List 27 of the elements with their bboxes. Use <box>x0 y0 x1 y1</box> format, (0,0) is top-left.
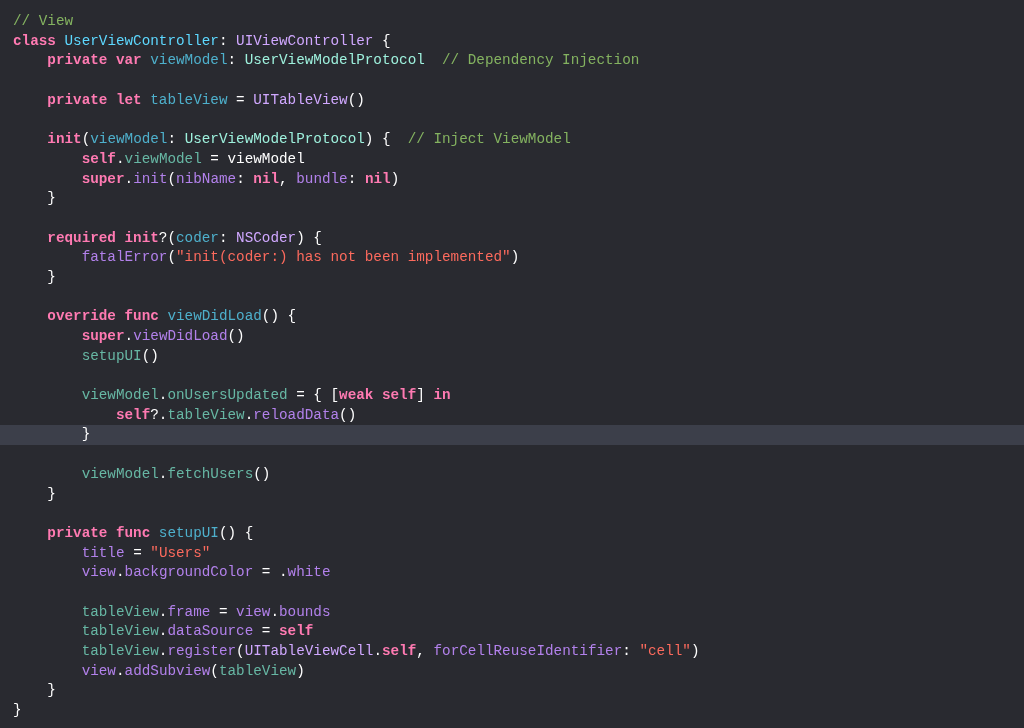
code-line: tableView.frame = view.bounds <box>80 602 332 622</box>
code-line: class UserViewController: UIViewController { <box>12 31 392 51</box>
code-line: view.addSubview(tableView) <box>80 661 306 681</box>
code-line: } <box>46 189 57 209</box>
code-line: viewModel.fetchUsers() <box>80 464 272 484</box>
code-line: super.viewDidLoad() <box>80 327 246 346</box>
code-line: private let tableView = UITableView() <box>46 90 366 110</box>
code-line: setupUI() <box>80 346 160 366</box>
code-line: title = "Users" <box>80 543 212 563</box>
code-line: self.viewModel = viewModel <box>80 149 306 169</box>
code-line: required init?(coder: NSCoder) { <box>46 228 323 248</box>
code-line: self?.tableView.reloadData() <box>114 405 358 425</box>
code-line: fatalError("init(coder:) has not been implemented") <box>80 248 521 268</box>
code-line: } <box>12 701 23 721</box>
code-line: tableView.dataSource = self <box>80 622 315 642</box>
code-line: view.backgroundColor = .white <box>80 563 332 583</box>
code-line: override func viewDidLoad() { <box>46 307 298 327</box>
code-line: // View <box>12 12 75 31</box>
code-line: tableView.register(UITableViewCell.self, forCellReuseIdentifier: "cell") <box>80 642 701 661</box>
code-line: viewModel.onUsersUpdated = { [weak self] in <box>80 386 452 406</box>
code-line: private var viewModel: UserViewModelProtocol // Dependency Injection <box>46 51 641 71</box>
code-line: init(viewModel: UserViewModelProtocol) { // Inject ViewModel <box>46 130 572 150</box>
code-line: super.init(nibName: nil, bundle: nil) <box>80 169 401 189</box>
code-line: private func setupUI() { <box>46 523 255 543</box>
code-line: } <box>46 484 57 504</box>
code-line: } <box>46 681 57 701</box>
code-line: } <box>46 267 57 287</box>
